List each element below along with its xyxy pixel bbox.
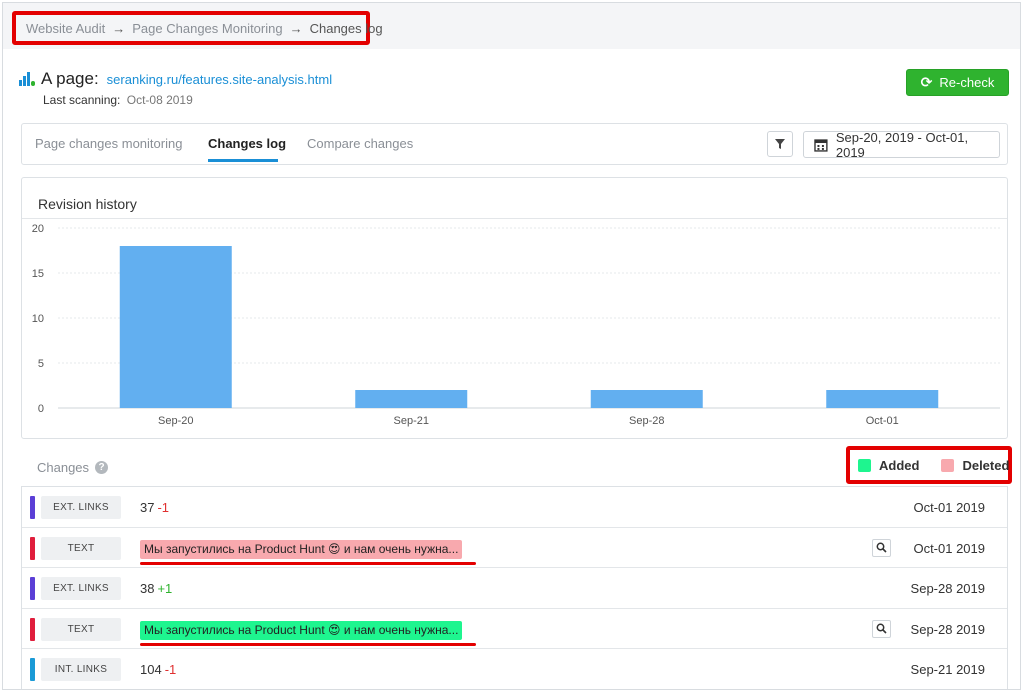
top-bar: Website Audit → Page Changes Monitoring … — [3, 3, 1020, 49]
x-tick-label: Sep-20 — [158, 415, 193, 427]
change-delta: +1 — [157, 581, 173, 596]
change-delta: -1 — [164, 662, 177, 677]
type-stripe — [30, 536, 35, 560]
page-title: A page: — [41, 69, 99, 88]
change-delta: -1 — [157, 500, 170, 515]
refresh-icon: ⟳ — [920, 74, 933, 90]
date-range-value: Sep-20, 2019 - Oct-01, 2019 — [835, 129, 969, 160]
breadcrumb: Website Audit → Page Changes Monitoring … — [12, 11, 383, 45]
change-type-badge: EXT. LINKS — [41, 577, 121, 600]
type-stripe — [30, 617, 35, 641]
legend-added-label: Added — [879, 457, 920, 473]
tab-compare-changes[interactable]: Compare changes — [307, 136, 413, 151]
changes-header: Changes ? — [37, 460, 109, 475]
tab-page-changes-monitoring[interactable]: Page changes monitoring — [35, 136, 182, 151]
page-header: A page: seranking.ru/features.site-analy… — [19, 69, 332, 89]
last-scanning: Last scanning: Oct-08 2019 — [43, 93, 193, 107]
y-tick-label: 5 — [38, 358, 44, 370]
calendar-icon — [814, 138, 828, 152]
magnifier-icon — [876, 542, 887, 553]
page-url-link[interactable]: seranking.ru/features.site-analysis.html — [107, 72, 332, 87]
change-count: 104 — [140, 662, 162, 677]
x-tick-label: Sep-28 — [629, 415, 664, 427]
active-tab-indicator — [208, 159, 278, 162]
last-scanning-label: Last scanning: — [43, 93, 121, 107]
deleted-swatch — [941, 458, 955, 472]
change-type-badge: EXT. LINKS — [41, 496, 121, 519]
breadcrumb-page-changes-monitoring[interactable]: Page Changes Monitoring — [132, 21, 282, 36]
recheck-button[interactable]: ⟳ Re-check — [906, 69, 1009, 96]
recheck-label: Re-check — [939, 75, 995, 90]
change-type-badge: TEXT — [41, 536, 121, 560]
change-row[interactable]: TEXT Мы запустились на Product Hunt 😍 и … — [22, 528, 1007, 568]
y-tick-label: 10 — [32, 313, 44, 325]
change-row[interactable]: EXT. LINKS 38 +1 Sep-28 2019 — [22, 568, 1007, 609]
change-value: 37 -1 — [140, 500, 169, 515]
change-count: 38 — [140, 581, 155, 596]
deleted-text-highlight: Мы запустились на Product Hunt 😍 и нам о… — [140, 539, 463, 559]
tab-changes-log[interactable]: Changes log — [208, 136, 286, 151]
change-row[interactable]: INT. LINKS 104 -1 Sep-21 2019 — [22, 649, 1007, 689]
change-date: Oct-01 2019 — [913, 540, 985, 556]
magnifier-icon — [876, 623, 887, 634]
changes-list: EXT. LINKS 37 -1 Oct-01 2019 TEXT Мы запу… — [21, 486, 1008, 689]
revision-history-chart: 0 5 10 15 20 Sep-20 Sep-21 Sep-28 Oct-01 — [32, 223, 1000, 427]
revision-history-panel: Revision history 0 5 10 15 20 Sep-20 Sep-21 Sep… — [21, 177, 1008, 439]
change-value: 104 -1 — [140, 662, 176, 677]
legend-added: Added — [858, 458, 919, 473]
change-date: Sep-28 2019 — [910, 581, 985, 596]
view-diff-button[interactable] — [872, 538, 891, 557]
last-scanning-value: Oct-08 2019 — [126, 93, 193, 107]
changes-label: Changes — [37, 460, 90, 475]
filter-button[interactable] — [767, 131, 793, 157]
change-type-badge: TEXT — [41, 617, 121, 641]
legend-deleted: Deleted — [941, 458, 1009, 473]
app-frame: Website Audit → Page Changes Monitoring … — [2, 2, 1021, 690]
type-stripe — [30, 496, 35, 519]
breadcrumb-website-audit[interactable]: Website Audit — [26, 21, 105, 36]
change-type-badge: INT. LINKS — [41, 658, 121, 681]
y-tick-label: 0 — [38, 403, 44, 415]
bar[interactable] — [826, 390, 939, 408]
bar[interactable] — [119, 246, 232, 408]
filter-icon — [775, 139, 785, 149]
change-count: 37 — [140, 500, 155, 515]
view-diff-button[interactable] — [872, 619, 891, 638]
change-date: Sep-21 2019 — [910, 662, 985, 677]
x-tick-label: Sep-21 — [394, 415, 429, 427]
change-date: Oct-01 2019 — [913, 500, 985, 515]
help-icon[interactable]: ? — [95, 461, 109, 474]
red-underline-annotation — [140, 561, 476, 565]
type-stripe — [30, 658, 35, 681]
breadcrumb-arrow-icon: → — [112, 20, 126, 36]
y-tick-label: 20 — [32, 223, 44, 235]
legend-deleted-label: Deleted — [962, 457, 1010, 473]
change-value: 38 +1 — [140, 581, 172, 596]
change-row[interactable]: TEXT Мы запустились на Product Hunt 😍 и … — [22, 609, 1007, 649]
breadcrumb-changes-log: Changes log — [309, 20, 383, 36]
type-stripe — [30, 577, 35, 600]
y-tick-label: 15 — [32, 268, 44, 280]
change-row[interactable]: EXT. LINKS 37 -1 Oct-01 2019 — [22, 487, 1007, 528]
bar[interactable] — [590, 390, 703, 408]
date-range-picker[interactable]: Sep-20, 2019 - Oct-01, 2019 — [803, 129, 1000, 160]
bar[interactable] — [355, 390, 468, 408]
changes-legend: Added Deleted — [846, 446, 1012, 484]
tabs-bar: Page changes monitoring Changes log Comp… — [21, 123, 1008, 165]
x-tick-label: Oct-01 — [866, 415, 899, 427]
change-date: Sep-28 2019 — [910, 621, 985, 637]
red-underline-annotation — [140, 642, 476, 646]
added-text-highlight: Мы запустились на Product Hunt 😍 и нам о… — [140, 620, 463, 640]
breadcrumb-arrow-icon: → — [289, 20, 303, 36]
added-swatch — [858, 458, 871, 472]
bar-chart-icon — [19, 72, 35, 86]
chart-title: Revision history — [38, 196, 137, 212]
